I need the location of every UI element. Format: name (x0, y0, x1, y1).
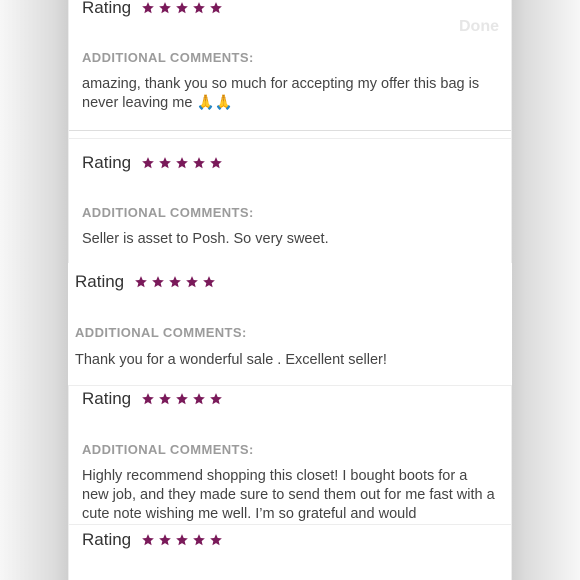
rating-label: Rating (82, 0, 132, 17)
rating-row: Rating (82, 0, 223, 18)
review-comment: Thank you for a wonderful sale . Excelle… (75, 352, 387, 368)
star-rating (141, 392, 223, 406)
star-icon (159, 2, 171, 14)
star-icon (210, 2, 222, 14)
star-icon (210, 534, 222, 546)
star-icon (159, 157, 171, 169)
star-icon (176, 393, 188, 405)
rating-label: Rating (75, 272, 125, 291)
star-rating (141, 533, 223, 547)
star-icon (193, 534, 205, 546)
rating-label: Rating (82, 530, 132, 549)
star-icon (142, 157, 154, 169)
star-icon (169, 276, 181, 288)
additional-comments-label: ADDITIONAL COMMENTS: (82, 442, 254, 457)
review-comment: amazing, thank you so much for accepting… (82, 76, 480, 111)
background-left (0, 0, 68, 580)
rating-label: Rating (82, 389, 132, 408)
additional-comments-label: ADDITIONAL COMMENTS: (82, 205, 254, 220)
star-rating (141, 156, 223, 170)
star-icon (210, 393, 222, 405)
star-icon (176, 157, 188, 169)
star-icon (193, 2, 205, 14)
review-comment: Highly recommend shopping this closet! I… (82, 468, 495, 522)
star-icon (142, 2, 154, 14)
additional-comments-label: ADDITIONAL COMMENTS: (75, 325, 247, 340)
star-icon (176, 2, 188, 14)
review-comment: Seller is asset to Posh. So very sweet. (82, 231, 329, 247)
review-card: Rating ADDITIONAL COMMENTS: Highly recom… (69, 386, 511, 524)
star-icon (159, 534, 171, 546)
divider (69, 130, 511, 131)
star-icon (210, 157, 222, 169)
rating-row: Rating (82, 530, 223, 550)
review-card: Rating ADDITIONAL COMMENTS: Thank you fo… (68, 263, 512, 385)
star-icon (176, 534, 188, 546)
background-right (512, 0, 580, 580)
rating-row: Rating (82, 389, 223, 409)
star-icon (135, 276, 147, 288)
star-icon (193, 393, 205, 405)
review-card: Done Rating ADDITIONAL COMMENTS: amazing… (69, 0, 511, 138)
star-icon (186, 276, 198, 288)
star-icon (152, 276, 164, 288)
star-icon (159, 393, 171, 405)
star-icon (142, 534, 154, 546)
rating-label: Rating (82, 153, 132, 172)
star-rating (141, 1, 223, 15)
review-card: Rating ADDITIONAL COMMENTS: Seller is as… (69, 139, 511, 263)
rating-row: Rating (75, 272, 216, 292)
star-icon (203, 276, 215, 288)
star-rating (134, 275, 216, 289)
additional-comments-label: ADDITIONAL COMMENTS: (82, 50, 254, 65)
rating-row: Rating (82, 153, 223, 173)
star-icon (193, 157, 205, 169)
star-icon (142, 393, 154, 405)
done-button[interactable]: Done (459, 18, 499, 36)
review-card: Rating (69, 525, 511, 580)
